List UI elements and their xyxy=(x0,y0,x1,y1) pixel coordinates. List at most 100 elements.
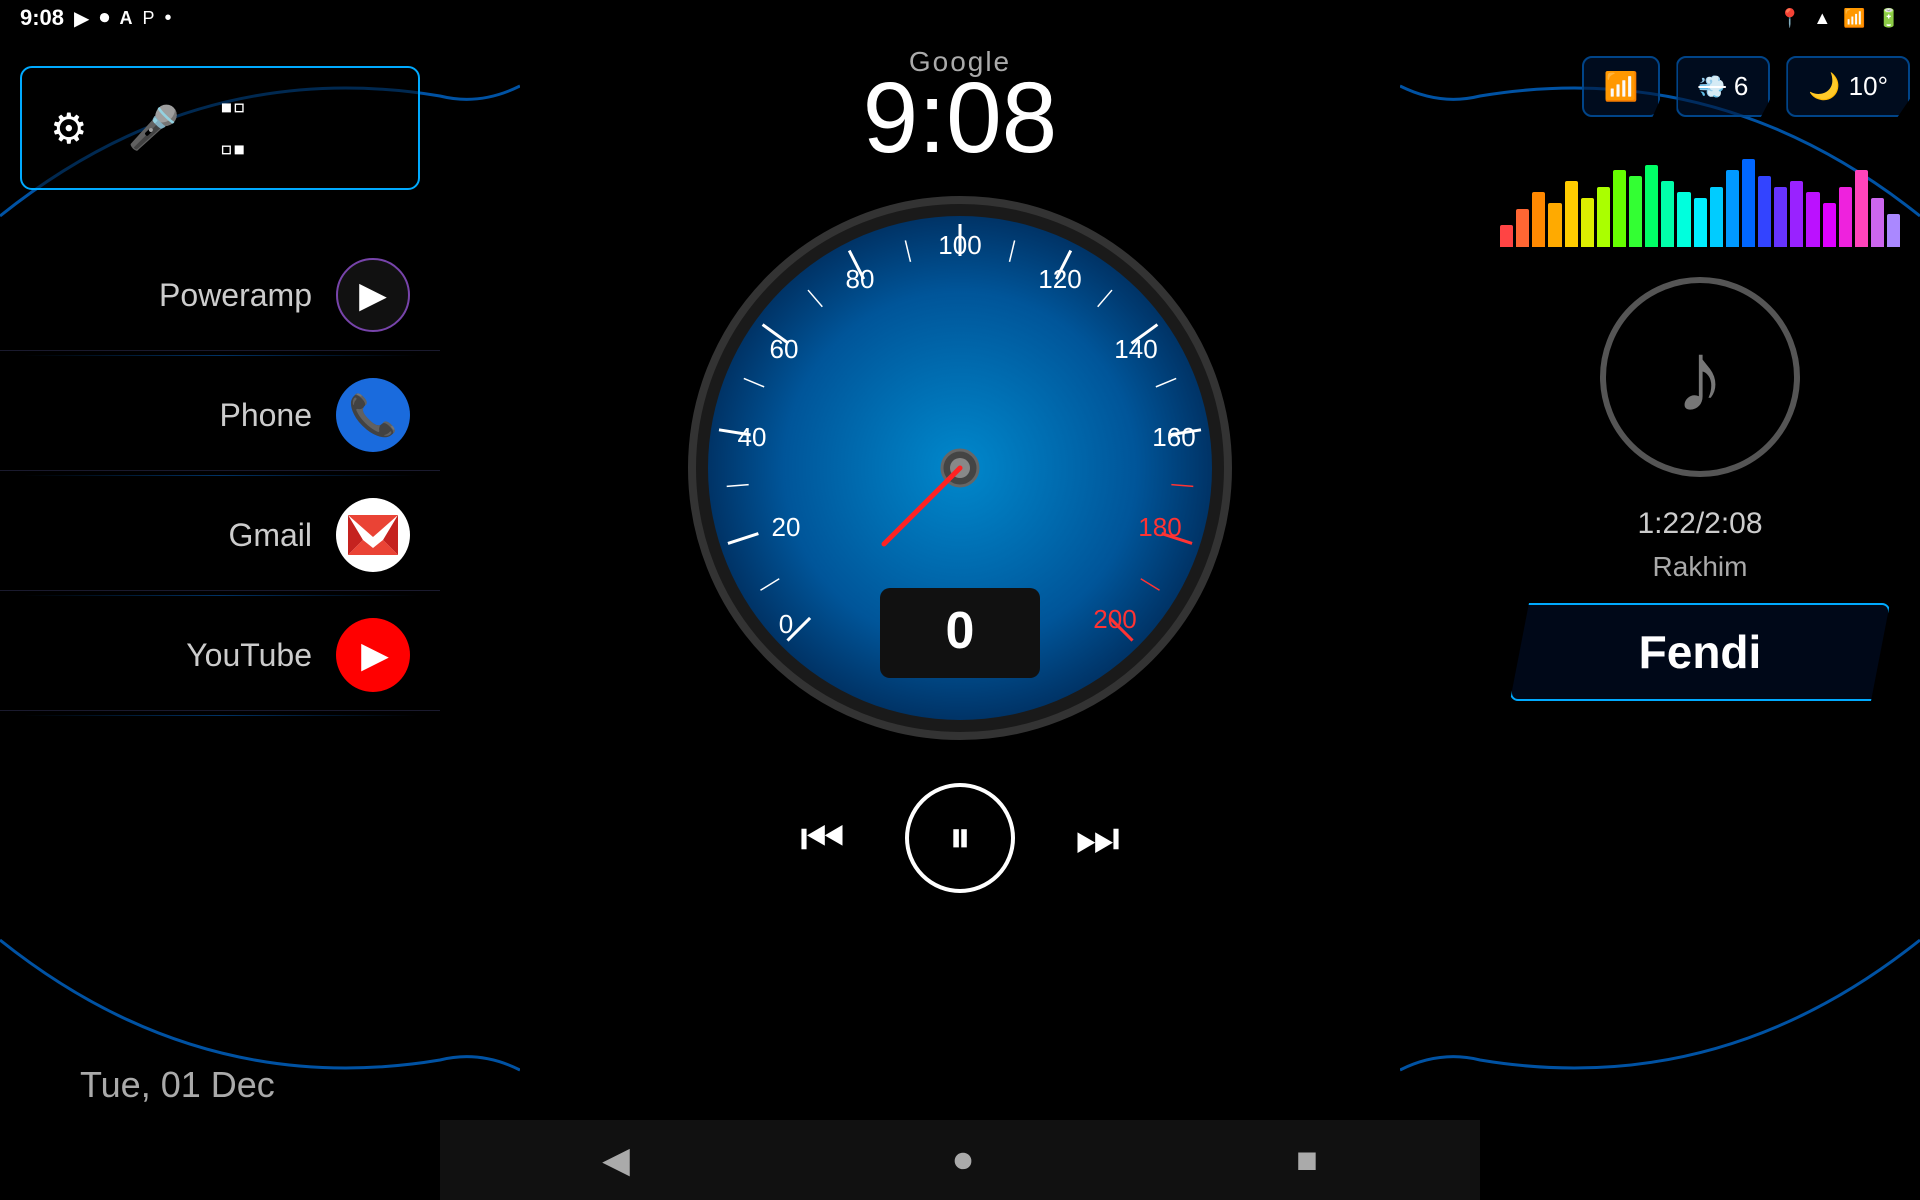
eq-bar xyxy=(1645,165,1658,248)
eq-bar xyxy=(1839,187,1852,248)
app-name-youtube: YouTube xyxy=(10,637,312,674)
eq-bar xyxy=(1677,192,1690,247)
eq-bar xyxy=(1887,214,1900,247)
eq-bar xyxy=(1871,198,1884,248)
status-icons: 📶 💨 6 🌙 10° xyxy=(1582,56,1910,117)
poweramp-icon: ▶ xyxy=(336,258,410,332)
recent-button[interactable]: ■ xyxy=(1296,1139,1318,1181)
date-display: Tue, 01 Dec xyxy=(60,1034,440,1136)
status-right-icons: 📍 ▲ 📶 🔋 xyxy=(1779,8,1900,29)
next-button[interactable]: ⏭ xyxy=(1075,809,1120,868)
center-panel: Google 9:08 xyxy=(440,36,1480,1136)
separator-1 xyxy=(22,355,418,356)
eq-bar xyxy=(1565,181,1578,247)
toolbar: ⚙ 🎤 ▪▫▫▪ xyxy=(20,66,420,190)
track-title: Fendi xyxy=(1510,603,1890,701)
temp-value: 10° xyxy=(1849,71,1888,102)
app-name-poweramp: Poweramp xyxy=(10,277,312,314)
separator-3 xyxy=(22,595,418,596)
app-item-phone[interactable]: Phone 📞 xyxy=(0,360,440,471)
speed-label-0: 0 xyxy=(779,609,793,639)
eq-bar xyxy=(1629,176,1642,248)
eq-bar xyxy=(1742,159,1755,247)
eq-bar xyxy=(1694,198,1707,248)
signal-status-icon: 📶 xyxy=(1843,8,1865,29)
eq-bar xyxy=(1823,203,1836,247)
eq-bar xyxy=(1516,209,1529,248)
speedometer-wrap: 0 20 40 60 80 100 120 140 160 180 200 xyxy=(680,188,1240,753)
settings-icon[interactable]: ⚙ xyxy=(50,104,88,153)
speed-label-160: 160 xyxy=(1152,422,1195,452)
pause-icon: ⏸ xyxy=(949,813,971,863)
speed-label-140: 140 xyxy=(1114,334,1157,364)
eq-bar xyxy=(1790,181,1803,247)
separator-2 xyxy=(22,475,418,476)
back-button[interactable]: ◀ xyxy=(602,1139,630,1181)
speed-label-180: 180 xyxy=(1138,512,1181,542)
track-artist: Rakhim xyxy=(1653,551,1748,583)
time-small: 9:08 xyxy=(20,5,64,31)
youtube-icon: ▶ xyxy=(336,618,410,692)
app-name-gmail: Gmail xyxy=(10,517,312,554)
eq-bar xyxy=(1597,187,1610,248)
speed-label-40: 40 xyxy=(738,422,767,452)
eq-bar xyxy=(1581,198,1594,248)
app-item-poweramp[interactable]: Poweramp ▶ xyxy=(0,240,440,351)
eq-bar xyxy=(1710,187,1723,248)
status-left-icons: 9:08 ▶ ⏺ A P • xyxy=(20,5,171,31)
dot-icon: • xyxy=(164,7,171,30)
speed-label-60: 60 xyxy=(770,334,799,364)
google-time: Google 9:08 xyxy=(863,46,1058,168)
microphone-icon[interactable]: 🎤 xyxy=(128,104,180,153)
wind-widget[interactable]: 💨 6 xyxy=(1676,56,1770,117)
eq-bar xyxy=(1532,192,1545,247)
app-item-gmail[interactable]: Gmail xyxy=(0,480,440,591)
eq-bar xyxy=(1726,170,1739,247)
phone-icon: 📞 xyxy=(336,378,410,452)
play-status-icon: ▶ xyxy=(74,6,89,31)
eq-bar xyxy=(1661,181,1674,247)
eq-bar xyxy=(1855,170,1868,247)
separator-4 xyxy=(22,715,418,716)
eq-bar xyxy=(1548,203,1561,247)
media-controls: ⏮ ⏸ ⏭ xyxy=(800,783,1120,893)
weather-widget[interactable]: 🌙 10° xyxy=(1786,56,1910,117)
grid-icon[interactable]: ▪▫▫▪ xyxy=(220,86,246,170)
wifi-icon: 📶 xyxy=(1604,70,1639,103)
eq-bar xyxy=(1500,225,1513,247)
wifi-status-icon: ▲ xyxy=(1813,8,1831,29)
prev-button[interactable]: ⏮ xyxy=(800,809,845,868)
music-note-icon: ♪ xyxy=(1675,320,1725,435)
location-status-icon: 📍 xyxy=(1779,8,1801,29)
status-bar: 9:08 ▶ ⏺ A P • 📍 ▲ 📶 🔋 xyxy=(0,0,1920,36)
speed-label-100: 100 xyxy=(938,230,981,260)
gmail-icon xyxy=(336,498,410,572)
speed-label-120: 120 xyxy=(1038,264,1081,294)
speedometer-svg: 0 20 40 60 80 100 120 140 160 180 200 xyxy=(680,188,1240,748)
nav-bar: ◀ ⏺ ■ xyxy=(440,1120,1480,1200)
equalizer xyxy=(1490,157,1910,247)
a-icon: A xyxy=(119,8,132,29)
wifi-widget[interactable]: 📶 xyxy=(1582,56,1661,117)
battery-status-icon: 🔋 xyxy=(1878,8,1900,29)
eq-bar xyxy=(1806,192,1819,247)
play-pause-button[interactable]: ⏸ xyxy=(905,783,1015,893)
home-button[interactable]: ⏺ xyxy=(954,1139,972,1182)
moon-icon: 🌙 xyxy=(1808,71,1840,102)
wind-icon: 💨 xyxy=(1698,74,1725,100)
music-icon-wrap[interactable]: ♪ xyxy=(1600,277,1800,477)
eq-bar xyxy=(1758,176,1771,248)
right-panel: 📶 💨 6 🌙 10° ♪ 1:22/2:08 Rakhim Fendi xyxy=(1480,36,1920,1136)
p-icon: P xyxy=(142,8,154,29)
eq-bar xyxy=(1774,187,1787,248)
speed-label-80: 80 xyxy=(846,264,875,294)
speed-label-200: 200 xyxy=(1093,604,1136,634)
app-item-youtube[interactable]: YouTube ▶ xyxy=(0,600,440,711)
wind-value: 6 xyxy=(1734,71,1748,102)
eq-bar xyxy=(1613,170,1626,247)
speed-value: 0 xyxy=(946,602,975,660)
app-list: Poweramp ▶ Phone 📞 Gmail xyxy=(0,240,440,1034)
app-name-phone: Phone xyxy=(10,397,312,434)
time-display: 9:08 xyxy=(863,68,1058,168)
circle-icon: ⏺ xyxy=(99,7,109,30)
